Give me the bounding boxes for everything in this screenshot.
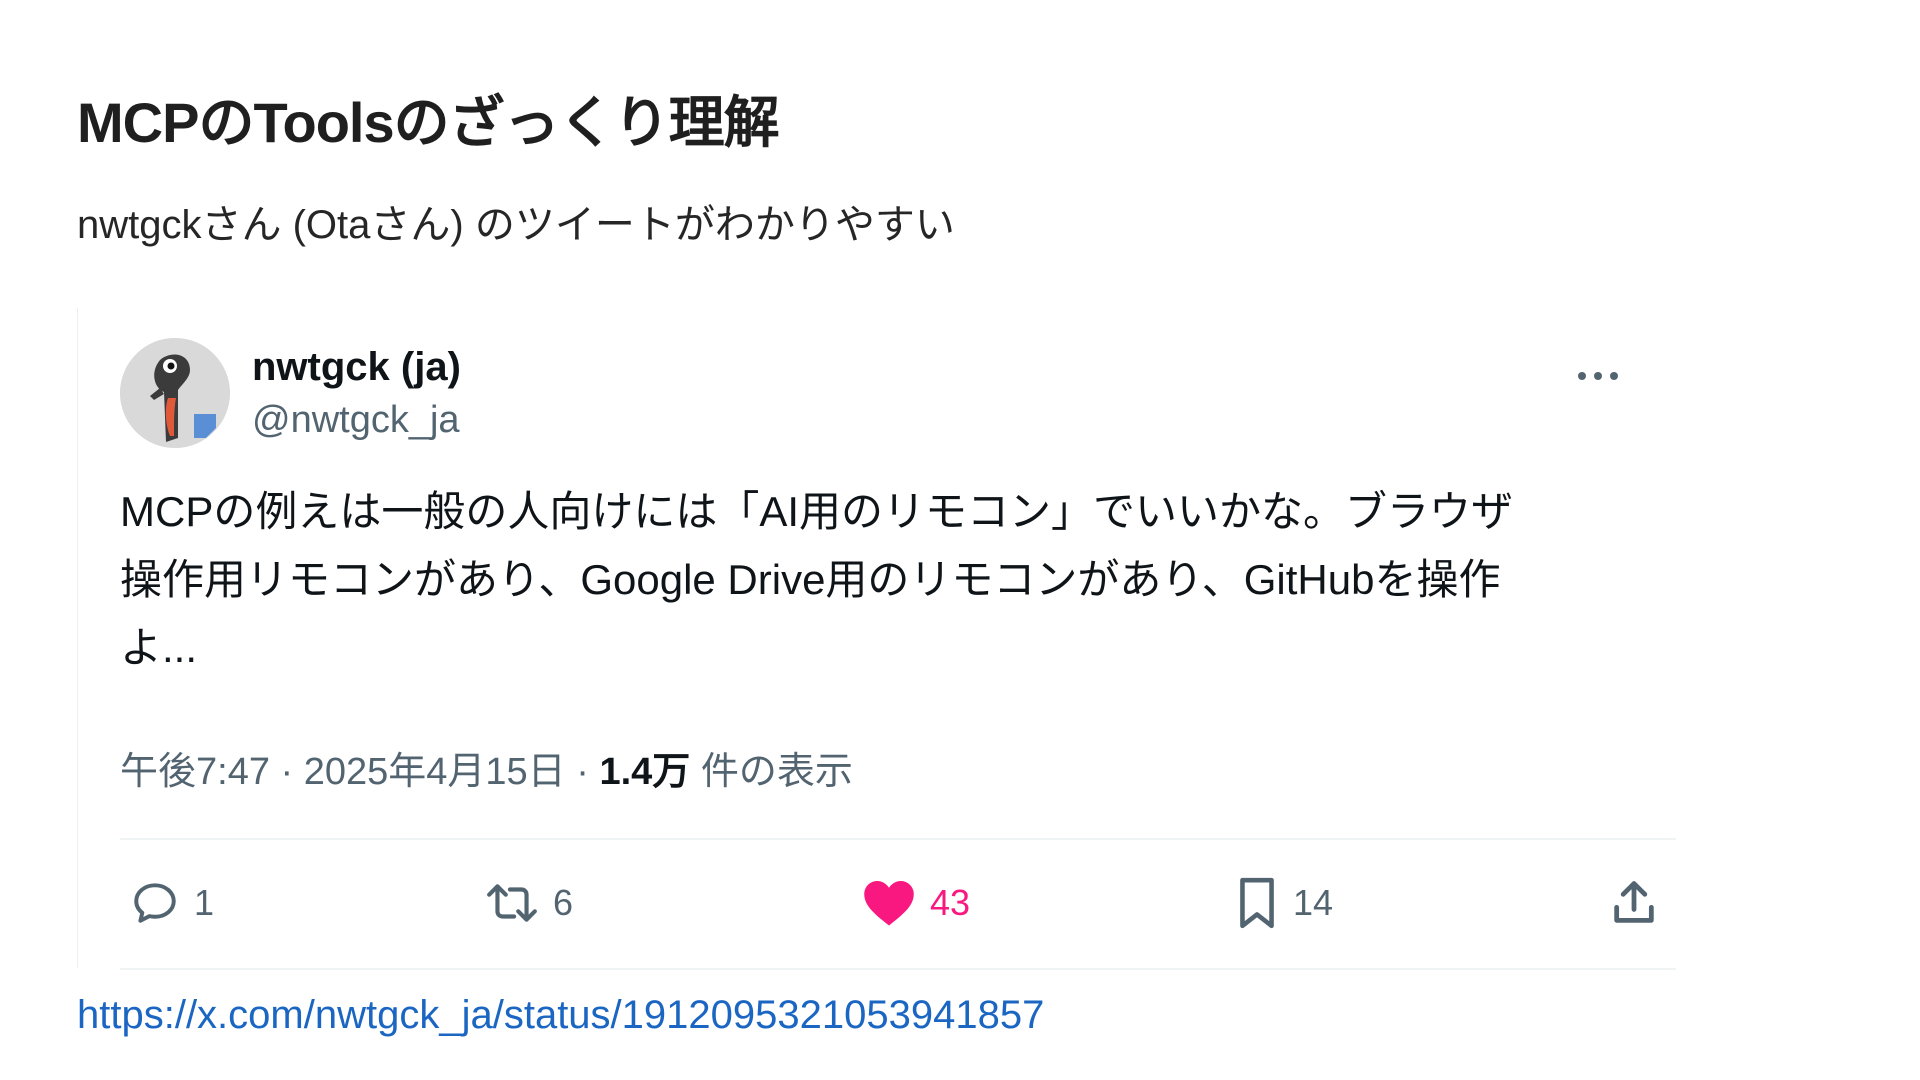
display-name[interactable]: nwtgck (ja) xyxy=(252,342,461,392)
lizard-avatar-icon[interactable] xyxy=(120,338,230,448)
slide-title: MCPのToolsのざっくり理解 xyxy=(77,91,780,154)
meta-separator: · xyxy=(280,751,294,793)
share-icon xyxy=(1608,877,1660,929)
views-count: 1.4万 xyxy=(599,751,691,793)
divider xyxy=(120,968,1676,970)
heart-icon xyxy=(862,878,916,928)
more-options-icon[interactable] xyxy=(1576,366,1620,386)
tweet-meta[interactable]: 午後7:47 · 2025年4月15日 · 1.4万 件の表示 xyxy=(120,740,853,795)
retweet-icon xyxy=(485,878,539,928)
embedded-tweet[interactable]: nwtgck (ja) @nwtgck_ja MCPの例えは一般の人向けには「A… xyxy=(77,308,1676,970)
user-handle[interactable]: @nwtgck_ja xyxy=(252,392,461,448)
share-button[interactable] xyxy=(1608,876,1660,930)
slide: MCPのToolsのざっくり理解 nwtgckさん (Otaさん) のツイートが… xyxy=(0,0,1920,1080)
retweet-count: 6 xyxy=(553,882,574,923)
divider xyxy=(120,838,1676,840)
views-label: 件の表示 xyxy=(700,751,853,793)
reply-icon xyxy=(130,878,180,928)
tweet-actions: 1 6 43 14 xyxy=(120,858,1676,948)
tweet-url-link[interactable]: https://x.com/nwtgck_ja/status/191209532… xyxy=(77,993,1044,1038)
bookmark-count: 14 xyxy=(1293,882,1334,923)
tweet-user[interactable]: nwtgck (ja) @nwtgck_ja xyxy=(252,342,461,448)
meta-separator: · xyxy=(576,751,589,793)
slide-subtitle: nwtgckさん (Otaさん) のツイートがわかりやすい xyxy=(77,203,955,247)
tweet-header: nwtgck (ja) @nwtgck_ja xyxy=(120,338,1660,448)
tweet-time[interactable]: 午後7:47 xyxy=(120,751,270,793)
like-button[interactable]: 43 xyxy=(862,876,970,930)
tweet-text: MCPの例えは一般の人向けには「AI用のリモコン」でいいかな。ブラウザ 操作用リ… xyxy=(120,488,1514,671)
tweet-date[interactable]: 2025年4月15日 xyxy=(304,751,566,793)
bookmark-icon xyxy=(1235,876,1279,930)
retweet-button[interactable]: 6 xyxy=(485,876,573,930)
reply-count: 1 xyxy=(194,882,215,923)
bookmark-button[interactable]: 14 xyxy=(1235,876,1333,930)
reply-button[interactable]: 1 xyxy=(130,876,214,930)
like-count: 43 xyxy=(930,882,971,923)
